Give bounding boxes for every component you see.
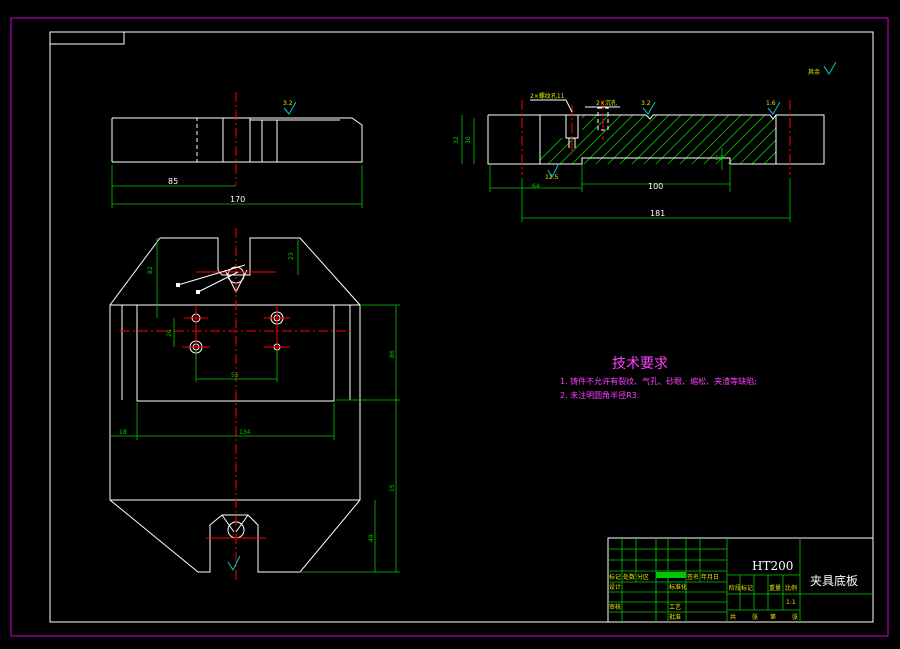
dim-20: 20 <box>166 329 173 337</box>
dim-100: 100 <box>648 182 663 191</box>
tb-label-7: 标准化 <box>669 583 687 591</box>
dim-32: 32 <box>453 136 460 144</box>
tb-label-2: 分区 <box>637 573 649 581</box>
roughness-front: 3.2 <box>283 100 293 107</box>
dim-30: 30 <box>465 136 472 144</box>
dim-64: 64 <box>532 183 540 190</box>
corner-code-box <box>49 31 125 45</box>
technical-requirements: 技术要求 1. 铸件不允许有裂纹、气孔、砂眼、缩松、夹渣等缺陷; 2. 未注明圆… <box>560 356 757 400</box>
outer-border <box>10 17 889 637</box>
dim-86: 86 <box>389 350 396 358</box>
tb-label-1: 处数 <box>623 573 635 581</box>
inner-frame <box>49 31 874 623</box>
tech-req-item-2: 2. 未注明圆角半径R3. <box>560 390 639 400</box>
dim-12: 12 <box>715 155 723 162</box>
tb-label-13: 比例 <box>785 584 797 592</box>
ra-left: 3.2 <box>641 100 651 107</box>
tech-req-title: 技术要求 <box>612 356 668 372</box>
tb-label-4: 签名 <box>687 573 699 581</box>
counterbore-note: 2×沉孔 <box>596 99 617 107</box>
dim-55: 55 <box>231 372 239 379</box>
ra-bottom: 12.5 <box>545 174 559 181</box>
tb-label-6: 设计 <box>609 583 621 591</box>
tb-label-9: 工艺 <box>669 603 681 611</box>
section-view: 32 30 64 100 181 12 2×螺纹孔11 2×沉孔 3.2 1.6… <box>453 92 825 222</box>
corner-symbol-text: 其余 <box>808 68 820 76</box>
title-block: HT200 夹具底板 1:1 标记 处数 分区 签名 年月日 设计 标准化 审核… <box>607 537 874 623</box>
tb-label-8: 审核 <box>609 603 621 611</box>
tb-label-16: 第 <box>770 613 776 621</box>
dim-134: 134 <box>239 429 251 436</box>
dim-82: 82 <box>147 266 154 274</box>
front-view: 85 170 3.2 <box>111 92 363 208</box>
ra-right: 1.6 <box>766 100 776 107</box>
tb-label-14: 共 <box>730 613 736 621</box>
dim-181: 181 <box>650 209 665 218</box>
tb-label-5: 年月日 <box>701 573 719 581</box>
dim-170: 170 <box>230 195 245 204</box>
tb-label-15: 张 <box>752 613 758 621</box>
tb-label-0: 标记 <box>609 573 621 581</box>
thread-note: 2×螺纹孔11 <box>530 92 565 100</box>
scale-value: 1:1 <box>786 599 796 606</box>
dim-18: 18 <box>119 429 127 436</box>
tb-label-17: 张 <box>792 613 798 621</box>
tb-label-11: 阶段标记 <box>729 584 753 592</box>
dim-49: 49 <box>368 534 375 542</box>
dim-23: 23 <box>288 252 295 260</box>
part-name: 夹具底板 <box>810 573 858 588</box>
tb-label-12: 重量 <box>769 584 781 592</box>
material: HT200 <box>752 559 793 573</box>
tech-req-item-1: 1. 铸件不允许有裂纹、气孔、砂眼、缩松、夹渣等缺陷; <box>560 376 757 386</box>
cad-drawing: 85 170 3.2 32 30 64 100 181 12 2×螺纹孔11 2… <box>10 17 889 637</box>
general-roughness: 其余 <box>808 61 837 76</box>
roughness-symbol-icon <box>823 61 837 75</box>
dim-85: 85 <box>168 177 178 186</box>
plan-view: 82 23 20 55 86 18 134 15 49 <box>109 228 400 580</box>
dim-15: 15 <box>389 484 396 492</box>
tb-label-10: 批准 <box>669 613 681 621</box>
